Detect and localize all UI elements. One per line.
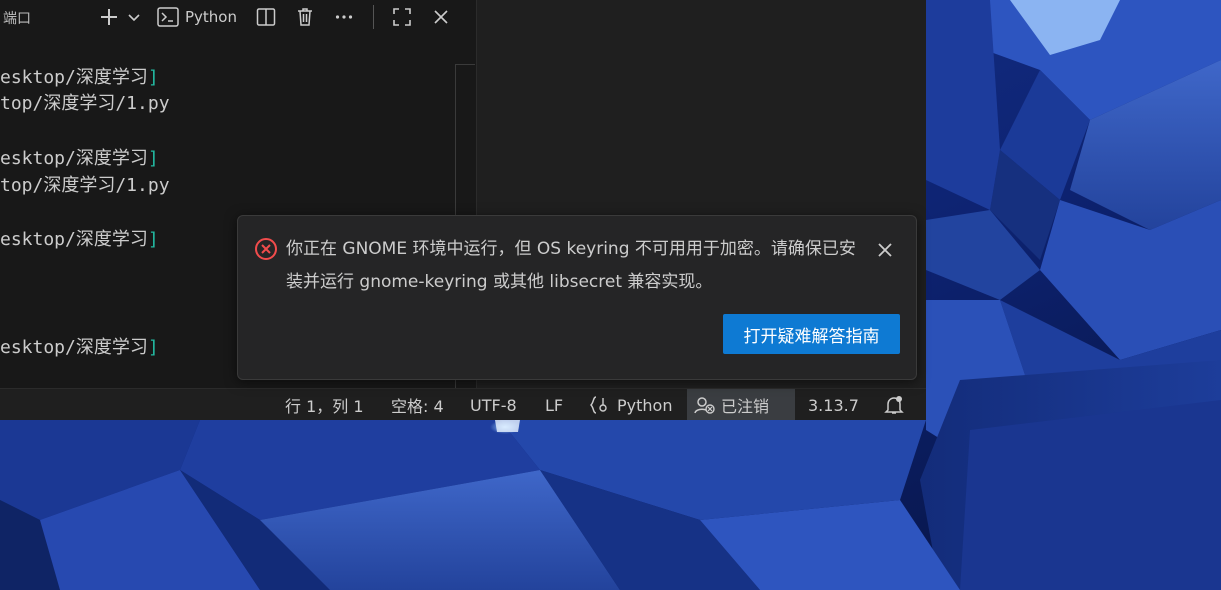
terminal-scroll-track-top (455, 64, 475, 65)
account-icon (694, 397, 715, 414)
close-icon (434, 10, 448, 24)
braces-icon (590, 396, 607, 414)
terminal-line: esktop/深度学习] (0, 148, 159, 169)
terminal-line: esktop/深度学习] (0, 337, 159, 358)
status-language-mode[interactable]: Python (583, 389, 679, 420)
add-terminal-button[interactable] (98, 4, 120, 30)
terminal-dropdown-button[interactable] (126, 4, 142, 30)
more-actions-button[interactable] (333, 4, 355, 30)
terminal-profile-button[interactable]: Python (157, 4, 243, 30)
terminal-line: top/深度学习/1.py (0, 175, 170, 196)
terminal-line: esktop/深度学习] (0, 229, 159, 250)
terminal-line: esktop/深度学习] (0, 67, 159, 88)
kill-terminal-button[interactable] (294, 4, 316, 30)
terminal-profile-label: Python (185, 8, 237, 26)
notification-toast: 你正在 GNOME 环境中运行，但 OS keyring 不可用用于加密。请确保… (237, 215, 917, 380)
bell-icon (884, 396, 904, 414)
open-troubleshooting-guide-button[interactable]: 打开疑难解答指南 (723, 314, 900, 354)
status-interpreter-version[interactable]: 3.13.7 (801, 389, 866, 420)
error-icon (255, 238, 277, 260)
status-bar: 行 1，列 1 空格: 4 UTF-8 LF Python 已注销 3.13.7 (0, 388, 926, 420)
close-panel-button[interactable] (430, 4, 452, 30)
status-account[interactable]: 已注销 (687, 389, 795, 420)
toolbar-divider (373, 5, 374, 29)
notification-close-button[interactable] (874, 239, 896, 261)
close-icon (878, 243, 892, 257)
notification-message: 你正在 GNOME 环境中运行，但 OS keyring 不可用用于加密。请确保… (286, 239, 856, 292)
add-icon (101, 9, 117, 25)
split-terminal-button[interactable] (255, 4, 277, 30)
maximize-panel-button[interactable] (391, 4, 413, 30)
status-notifications[interactable] (877, 389, 916, 420)
split-icon (256, 8, 276, 26)
terminal-line: top/深度学习/1.py (0, 93, 170, 114)
more-icon (335, 15, 353, 19)
terminal-icon (157, 7, 179, 27)
status-encoding[interactable]: UTF-8 (463, 389, 524, 420)
status-line-ending[interactable]: LF (538, 389, 570, 420)
panel-header: 端口 Python (0, 0, 476, 34)
maximize-icon (393, 8, 411, 26)
status-cursor-position[interactable]: 行 1，列 1 (278, 389, 371, 420)
chevron-down-icon (128, 14, 140, 22)
panel-tab-ports[interactable]: 端口 (3, 8, 31, 28)
status-indentation[interactable]: 空格: 4 (384, 389, 451, 420)
trash-icon (298, 8, 312, 26)
